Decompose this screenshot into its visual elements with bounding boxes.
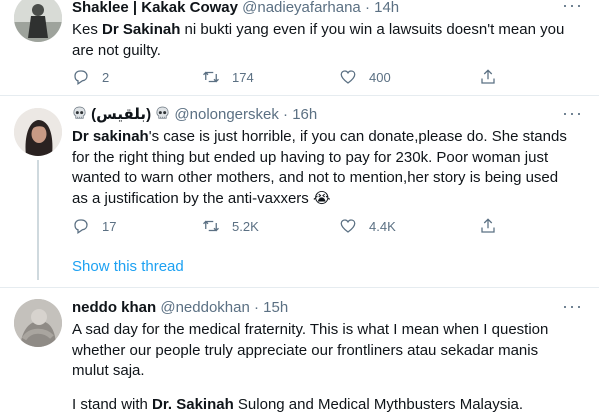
tweet-actions: 17 5.2K 4.4K: [72, 216, 572, 236]
more-icon[interactable]: ···: [562, 297, 582, 317]
avatar[interactable]: [14, 299, 62, 347]
reply-count: 17: [102, 218, 117, 234]
timestamp[interactable]: 16h: [292, 106, 317, 123]
tweet-text-line-2: I stand with Dr. Sakinah Sulong and Medi…: [72, 395, 577, 416]
tweet-text-part: Sulong and Medical Mythbusters Malaysia.: [233, 396, 524, 413]
user-handle[interactable]: @nolongerskek: [174, 106, 278, 123]
retweet-icon: [203, 71, 219, 83]
tweet-actions: 2 174 400: [72, 67, 572, 87]
display-name[interactable]: Shaklee | Kakak Coway: [72, 0, 238, 16]
crying-emoji: 😭: [312, 189, 331, 207]
skull-icon: [73, 106, 86, 119]
tweet-text: A sad day for the medical fraternity. Th…: [72, 320, 552, 382]
display-name[interactable]: neddo khan: [72, 299, 156, 316]
display-name[interactable]: (بلقيس): [72, 106, 174, 123]
share-button[interactable]: [479, 216, 497, 236]
retweet-count: 5.2K: [232, 218, 259, 234]
share-icon: [481, 218, 495, 233]
reply-count: 2: [102, 69, 110, 85]
show-thread-link[interactable]: Show this thread: [72, 258, 184, 275]
like-count: 4.4K: [369, 218, 396, 234]
separator: ·: [253, 299, 259, 316]
skull-icon: [156, 106, 169, 119]
tweet-text-part: A sad day for the medical fraternity. Th…: [72, 321, 549, 379]
avatar[interactable]: [14, 108, 62, 156]
timestamp[interactable]: 15h: [263, 299, 288, 316]
reply-icon: [74, 70, 88, 85]
tweet-2[interactable]: (بلقيس) @nolongerskek · 16h ··· Dr sakin…: [0, 96, 599, 288]
tweet-text-bold: Dr Sakinah: [102, 21, 181, 38]
tweet-text-part: I stand with: [72, 396, 153, 413]
tweet-3[interactable]: neddo khan @neddokhan · 15h ··· A sad da…: [0, 288, 599, 418]
reply-icon: [74, 219, 88, 234]
share-button[interactable]: [479, 67, 497, 87]
retweet-button[interactable]: 174: [202, 67, 254, 87]
like-icon: [340, 70, 356, 84]
tweet-text: Dr sakinah's case is just horrible, if y…: [72, 127, 577, 209]
avatar[interactable]: [14, 0, 62, 42]
like-button[interactable]: 400: [339, 67, 391, 87]
reply-button[interactable]: 2: [72, 67, 109, 87]
retweet-icon: [203, 220, 219, 232]
tweet-header: Shaklee | Kakak Coway @nadieyafarhana · …: [72, 0, 399, 18]
tweet-text-bold: Dr. Sakinah: [152, 396, 234, 413]
more-icon[interactable]: ···: [562, 104, 582, 124]
user-handle[interactable]: @nadieyafarhana: [242, 0, 361, 16]
like-count: 400: [369, 69, 391, 85]
tweet-header: (بلقيس) @nolongerskek · 16h: [72, 105, 317, 125]
separator: ·: [364, 0, 370, 16]
tweet-text: Kes Dr Sakinah ni bukti yang even if you…: [72, 20, 572, 61]
user-handle[interactable]: @neddokhan: [160, 299, 249, 316]
separator: ·: [283, 106, 289, 123]
reply-button[interactable]: 17: [72, 216, 116, 236]
timestamp[interactable]: 14h: [374, 0, 399, 16]
thread-line: [37, 160, 39, 280]
like-icon: [340, 219, 356, 233]
tweet-text-part: Kes: [72, 21, 103, 38]
tweet-1[interactable]: Shaklee | Kakak Coway @nadieyafarhana · …: [0, 0, 599, 95]
display-name-arabic: (بلقيس): [91, 106, 152, 123]
share-icon: [481, 69, 495, 84]
tweet-header: neddo khan @neddokhan · 15h: [72, 298, 288, 318]
tweet-text-bold: Dr sakinah: [72, 128, 149, 145]
like-button[interactable]: 4.4K: [339, 216, 396, 236]
retweet-button[interactable]: 5.2K: [202, 216, 259, 236]
retweet-count: 174: [232, 69, 254, 85]
more-icon[interactable]: ···: [562, 0, 582, 16]
